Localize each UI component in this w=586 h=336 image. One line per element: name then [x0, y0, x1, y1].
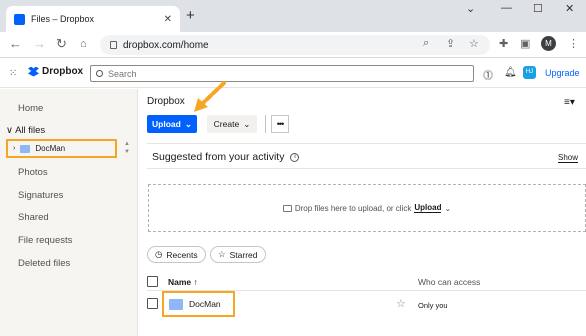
app-grid-icon[interactable]: ⁙ — [9, 68, 17, 79]
back-icon[interactable]: ← — [9, 37, 22, 51]
star-icon: ☆ — [218, 249, 226, 259]
dropbox-logo-icon — [28, 66, 39, 77]
profile-avatar[interactable]: M — [541, 36, 556, 51]
browser-tab-strip: Files – Dropbox ✕ + ⌄ — ☐ ✕ — [0, 0, 586, 32]
home-icon[interactable]: ⌂ — [80, 37, 87, 51]
row-name: DocMan — [189, 299, 221, 309]
search-input[interactable] — [108, 68, 458, 79]
recents-filter-chip[interactable]: ◷ Recents — [147, 246, 206, 263]
more-actions-button[interactable]: ••• — [271, 115, 289, 133]
upload-folder-icon — [282, 204, 292, 212]
section-divider — [147, 168, 586, 169]
chevron-right-icon[interactable]: › — [13, 145, 15, 152]
suggested-heading: Suggested from your activity i — [152, 151, 300, 163]
sidebar-item-label: All files — [15, 125, 46, 136]
tab-search-icon[interactable]: ⌄ — [466, 2, 475, 15]
view-options-icon[interactable]: ≡▾ — [564, 97, 575, 108]
info-icon[interactable]: i — [290, 152, 300, 162]
sidebar-item-home[interactable]: Home — [18, 103, 43, 114]
sidebar-item-deleted-files[interactable]: Deleted files — [18, 258, 70, 269]
breadcrumb[interactable]: Dropbox — [147, 96, 185, 107]
upload-label: Upload — [152, 119, 181, 129]
pointer-arrow-icon — [194, 81, 226, 112]
sidebar-item-file-requests[interactable]: File requests — [18, 235, 72, 246]
drop-text: Drop files here to upload, or click — [294, 203, 412, 213]
user-avatar[interactable]: HJ — [523, 66, 536, 79]
column-header-name[interactable]: Name ↑ — [168, 277, 198, 287]
folder-icon — [20, 144, 31, 153]
url-text: dropbox.com/home — [123, 39, 209, 51]
dropbox-logo[interactable]: Dropbox — [28, 66, 83, 77]
share-icon[interactable]: ⇪ — [446, 37, 455, 50]
clock-icon: ◷ — [155, 249, 163, 259]
column-header-access: Who can access — [418, 277, 481, 287]
table-row[interactable]: DocMan — [162, 291, 235, 317]
logo-text: Dropbox — [42, 66, 84, 77]
new-tab-button[interactable]: + — [186, 8, 195, 23]
upload-button[interactable]: Upload ⌄ — [147, 115, 197, 133]
zoom-icon[interactable]: ⌕ — [423, 37, 429, 50]
extensions-icon[interactable]: ✚ — [499, 37, 508, 50]
create-label: Create — [213, 119, 240, 129]
upgrade-link[interactable]: Upgrade — [545, 68, 580, 78]
expand-chevron-icon[interactable]: ∨ — [6, 125, 13, 136]
reload-icon[interactable]: ↻ — [56, 37, 67, 51]
maximize-icon[interactable]: ☐ — [533, 2, 543, 15]
select-all-checkbox[interactable] — [147, 276, 158, 287]
search-icon — [96, 70, 103, 77]
tab-title: Files – Dropbox — [31, 14, 95, 24]
sidebar-item-signatures[interactable]: Signatures — [18, 190, 63, 201]
column-name-label: Name — [168, 277, 192, 287]
star-icon[interactable]: ☆ — [396, 297, 406, 310]
omnibox[interactable]: dropbox.com/home ⌕ ⇪ ☆ — [100, 35, 490, 55]
starred-filter-chip[interactable]: ☆ Starred — [210, 246, 266, 263]
section-divider — [147, 143, 586, 144]
dropbox-favicon-icon — [14, 13, 25, 25]
menu-icon[interactable]: ⋮ — [568, 37, 579, 50]
chevron-down-icon: ⌄ — [444, 203, 452, 213]
bookmark-star-icon[interactable]: ☆ — [469, 37, 479, 50]
create-button[interactable]: Create ⌄ — [207, 115, 257, 133]
drop-upload-link[interactable]: Upload — [414, 203, 442, 213]
close-tab-icon[interactable]: ✕ — [164, 14, 172, 25]
sidebar-item-photos[interactable]: Photos — [18, 167, 48, 178]
toolbar-divider — [265, 115, 266, 133]
scroll-arrows-icon[interactable]: ▲ ▼ — [124, 140, 130, 156]
recents-label: Recents — [166, 249, 198, 260]
sort-arrow-up-icon: ↑ — [193, 277, 198, 287]
sidebar-item-shared[interactable]: Shared — [18, 212, 49, 223]
minimize-icon[interactable]: — — [501, 2, 512, 14]
show-button[interactable]: Show — [558, 153, 579, 163]
sidebar-tree-docman[interactable]: › DocMan — [6, 139, 117, 158]
close-window-icon[interactable]: ✕ — [565, 2, 574, 15]
search-box[interactable] — [90, 65, 474, 82]
suggested-title: Suggested from your activity — [152, 151, 285, 163]
side-panel-icon[interactable]: ▣ — [520, 37, 530, 50]
tree-folder-label: DocMan — [35, 144, 66, 153]
help-icon[interactable]: ⓵ — [483, 67, 493, 82]
drop-zone[interactable]: Drop files here to upload, or click Uplo… — [148, 184, 586, 232]
folder-icon — [169, 298, 183, 310]
lock-icon — [110, 41, 117, 49]
row-checkbox[interactable] — [147, 298, 158, 309]
sidebar-item-all-files[interactable]: ∨ All files — [6, 125, 45, 136]
chevron-down-icon: ⌄ — [243, 118, 251, 129]
starred-label: Starred — [229, 249, 258, 260]
forward-icon[interactable]: → — [33, 37, 46, 51]
chevron-down-icon: ⌄ — [184, 118, 192, 129]
row-access: Only you — [418, 301, 448, 310]
notification-bell-icon[interactable]: 🔔︎ — [504, 67, 517, 78]
browser-tab[interactable]: Files – Dropbox ✕ — [6, 6, 180, 32]
